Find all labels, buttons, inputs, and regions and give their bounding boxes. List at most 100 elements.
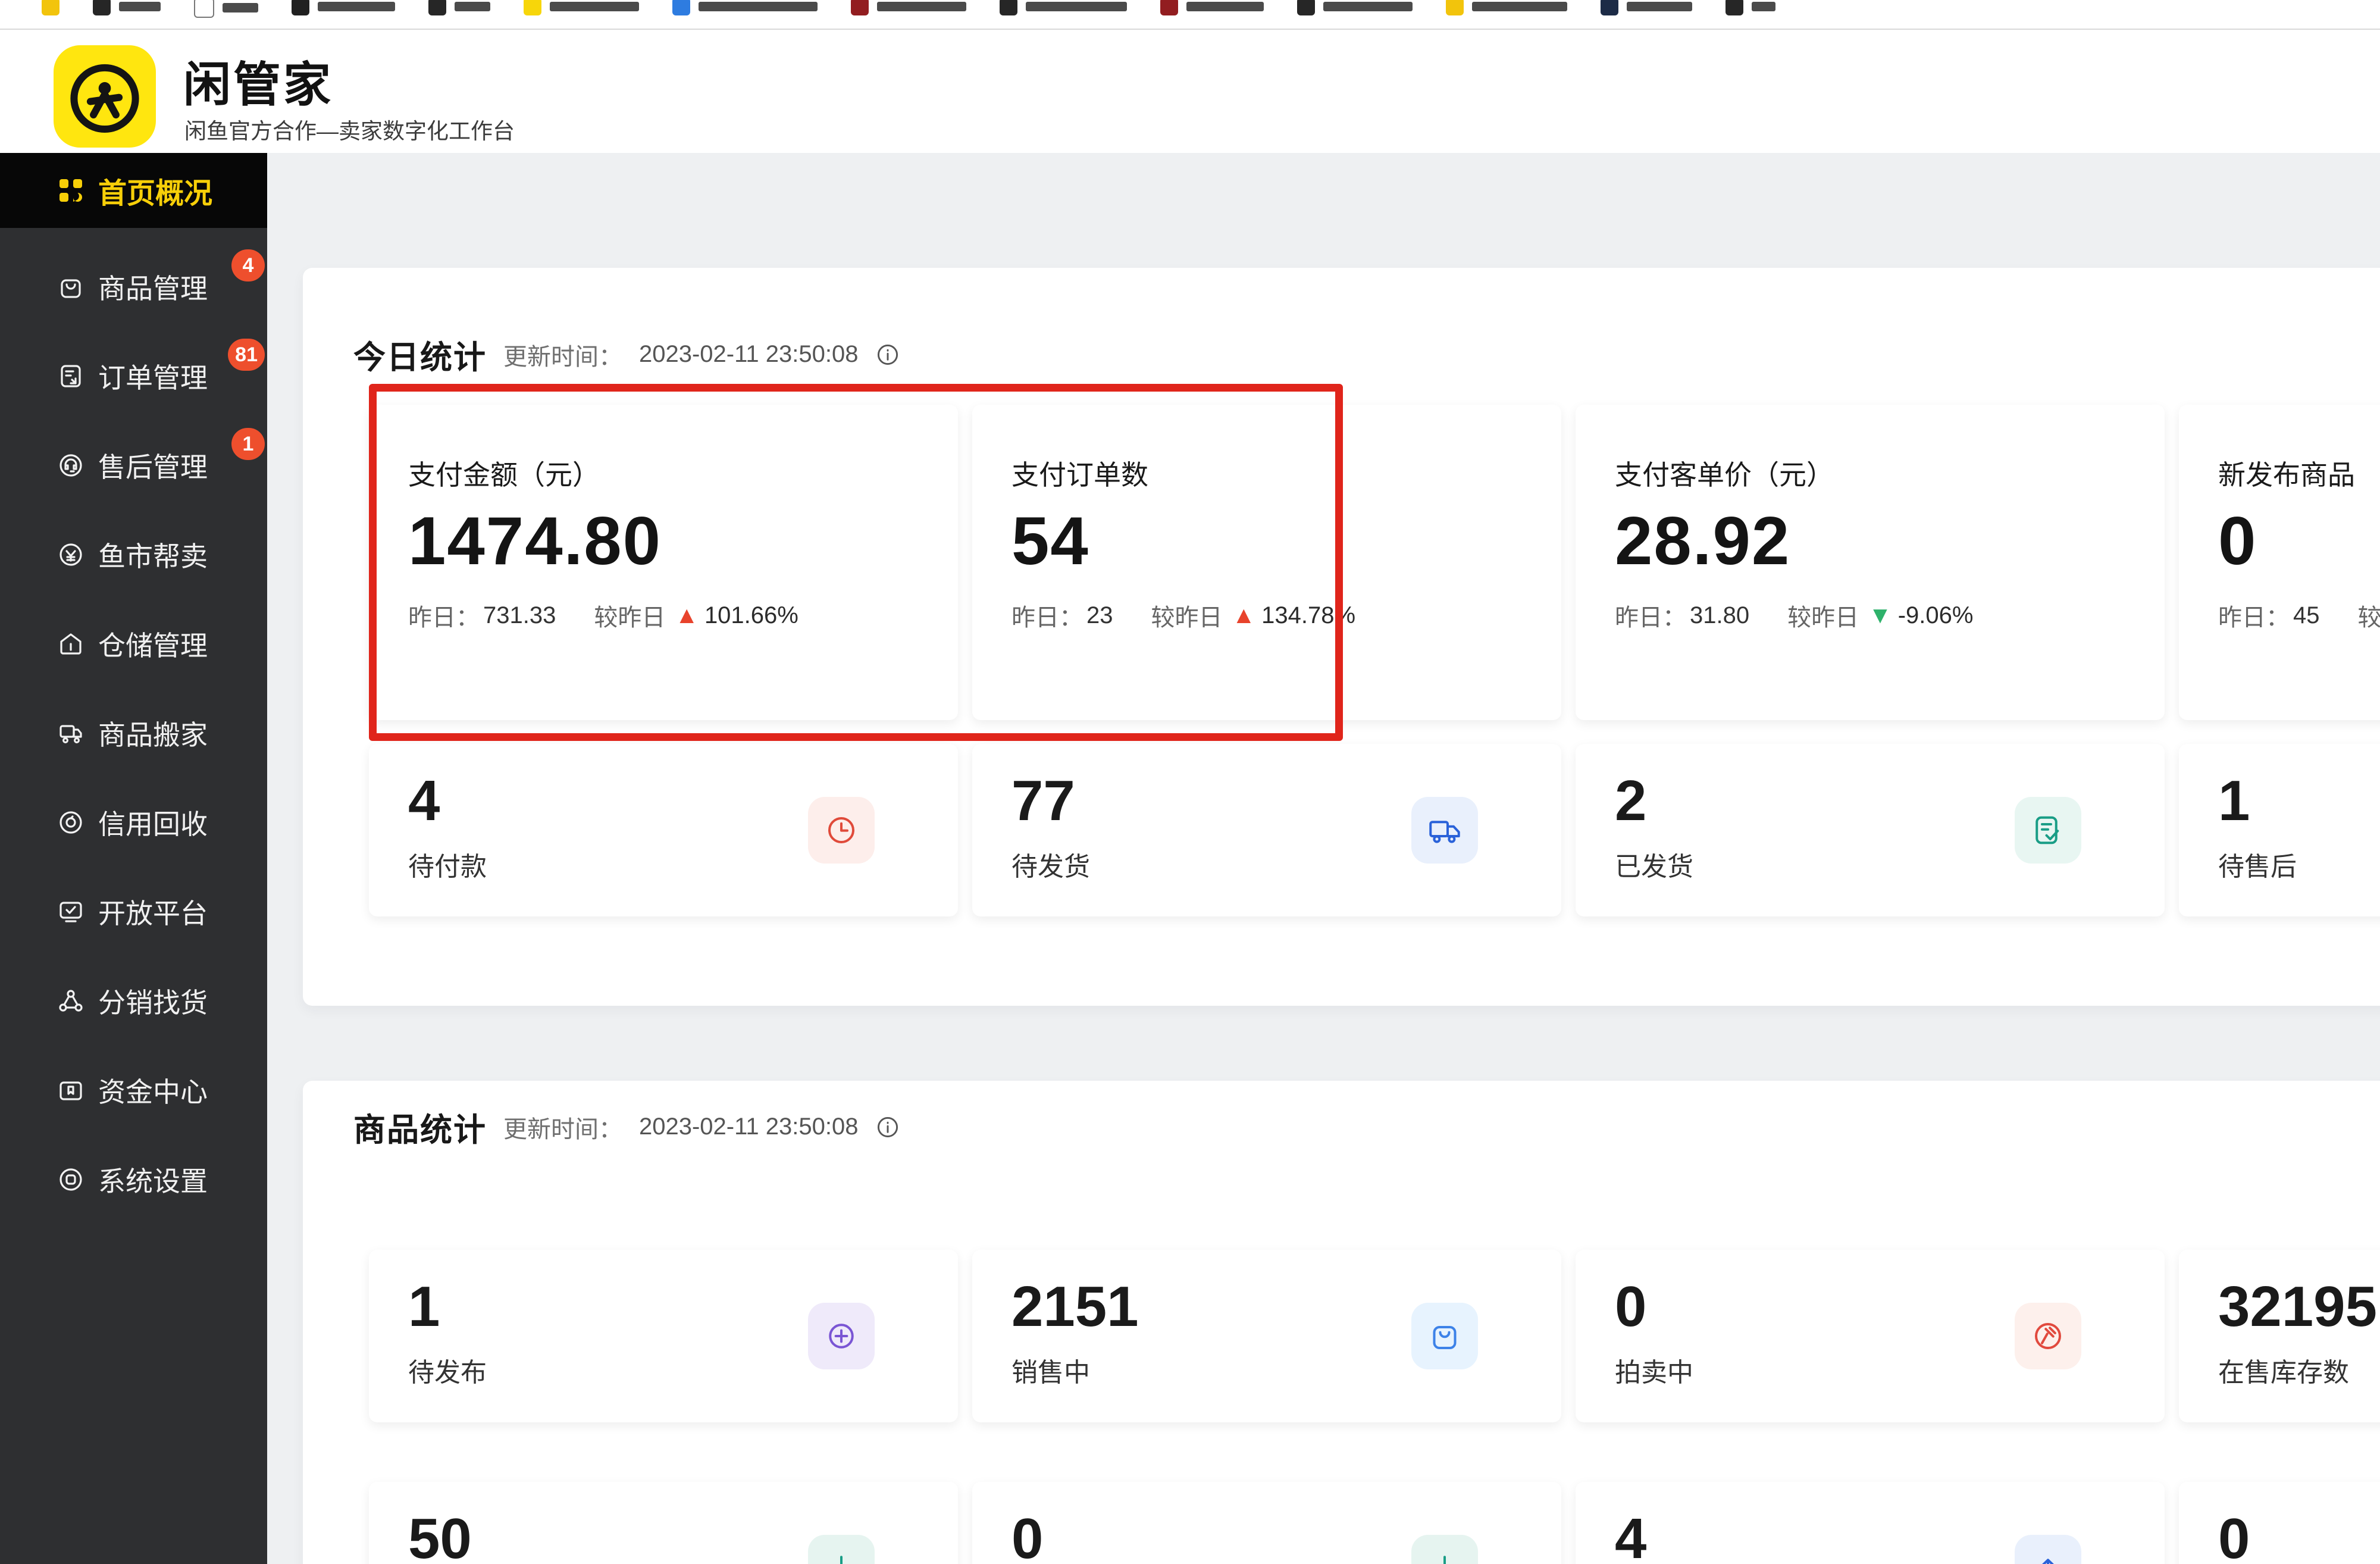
sidebar-item-10[interactable]: 资金中心 (0, 1046, 267, 1135)
delta-value: 101.66% (704, 602, 798, 629)
plus-circle-icon (823, 1318, 859, 1354)
count-value: 1 (2218, 772, 2380, 830)
count-icon-box (2015, 1535, 2081, 1564)
count-value: 32195 (2218, 1278, 2380, 1335)
arrow-down-icon (1427, 1550, 1463, 1564)
bookmark-title-stub (1323, 2, 1413, 11)
order-icon (57, 362, 85, 390)
bookmark-item[interactable] (42, 0, 60, 15)
metric-value: 54 (1012, 502, 1526, 580)
count-card[interactable]: 1待发布 (369, 1250, 958, 1422)
sidebar-item-6[interactable]: 商品搬家 (0, 689, 267, 778)
notification-badge: 4 (231, 249, 265, 281)
sidebar-item-7[interactable]: 信用回收 (0, 778, 267, 867)
count-label: 在售库存数 (2218, 1351, 2380, 1389)
metric-card-row: 支付金额（元）1474.80昨日：731.33较昨日▲101.66%支付订单数5… (369, 405, 2380, 720)
sidebar-item-4[interactable]: 鱼市帮卖 (0, 510, 267, 599)
hammer-icon (2030, 1318, 2066, 1354)
sidebar-item-9[interactable]: 分销找货 (0, 956, 267, 1046)
bookmark-favicon (851, 0, 869, 15)
bookmark-title-stub (1752, 2, 1775, 11)
bookmark-item[interactable] (1160, 0, 1264, 15)
yesterday-label: 昨日： (1615, 598, 1686, 633)
sidebar-item-label: 资金中心 (98, 1071, 208, 1110)
metric-comparison-row: 昨日：45较昨日 (2218, 598, 2380, 633)
bookmark-favicon (1160, 0, 1178, 15)
bookmark-favicon (524, 0, 541, 15)
metric-value: 0 (2218, 502, 2380, 580)
sidebar-item-2[interactable]: 订单管理 81 (0, 331, 267, 421)
count-card[interactable]: 2151销售中 (972, 1250, 1561, 1422)
bookmark-title-stub (550, 2, 639, 11)
bookmark-item[interactable] (428, 0, 490, 15)
count-card[interactable]: 2已发货 (1576, 744, 2165, 916)
arrow-down-icon (823, 1550, 859, 1564)
notification-badge: 81 (228, 339, 265, 371)
count-icon-box (1411, 797, 1478, 864)
count-icon-box (808, 1535, 875, 1564)
count-icon-box (2015, 1303, 2081, 1369)
count-icon-box (1411, 1535, 1478, 1564)
info-icon[interactable] (875, 342, 901, 368)
sidebar-item-1[interactable]: 商品管理4 (0, 242, 267, 331)
metric-card: 支付金额（元）1474.80昨日：731.33较昨日▲101.66% (369, 405, 958, 720)
count-card[interactable]: 4待付款 (369, 744, 958, 916)
updated-time-value: 2023-02-11 23:50:08 (639, 341, 858, 368)
product-stats-panel: 商品统计更新时间：2023-02-11 23:50:081待发布2151销售中0… (303, 1081, 2380, 1564)
bookmark-item[interactable] (1297, 0, 1413, 15)
sidebar-item-label: 售后管理 (98, 446, 208, 485)
count-card[interactable]: 50 (369, 1482, 958, 1564)
bookmark-favicon (42, 0, 60, 15)
bookmark-item[interactable] (1726, 0, 1775, 15)
metric-label: 支付金额（元） (408, 453, 922, 493)
metric-card: 支付客单价（元）28.92昨日：31.80较昨日▼-9.06% (1576, 405, 2165, 720)
count-card-row: 4待付款77待发货2已发货1待售后 (369, 744, 2380, 916)
count-card[interactable]: 77待发货 (972, 744, 1561, 916)
bookmark-item[interactable] (1601, 0, 1692, 15)
info-icon[interactable] (875, 1114, 901, 1140)
sidebar-item-5[interactable]: 仓储管理 (0, 599, 267, 689)
doc-check-icon (2030, 812, 2066, 848)
section-title: 商品统计 (353, 1103, 487, 1150)
count-card[interactable]: 0 (2179, 1482, 2380, 1564)
bookmark-item[interactable] (1000, 0, 1127, 15)
sidebar-nav: 首页概况商品管理4 订单管理 81 售后管理1鱼市帮卖仓储管理商品搬家信用回收开放平台… (0, 153, 267, 1564)
headset-icon (57, 451, 85, 480)
count-value: 0 (2218, 1510, 2380, 1564)
yesterday-label: 昨日： (2218, 598, 2290, 633)
count-card-row: 1待发布2151销售中0拍卖中 32195 在售库存数 (369, 1250, 2380, 1422)
count-card[interactable]: 0 (972, 1482, 1561, 1564)
delta-up-arrow-icon: ▲ (1232, 602, 1256, 629)
count-card[interactable]: 0拍卖中 (1576, 1250, 2165, 1422)
bookmark-item[interactable] (93, 0, 161, 15)
count-card[interactable]: 32195 在售库存数 (2179, 1250, 2380, 1422)
delta-down-arrow-icon: ▼ (1868, 602, 1892, 629)
section-header: 商品统计更新时间：2023-02-11 23:50:08 (353, 1103, 901, 1150)
bookmark-favicon (1446, 0, 1464, 15)
grid-icon (57, 176, 85, 205)
metric-card: 新发布商品0昨日：45较昨日 (2179, 405, 2380, 720)
bookmark-item[interactable] (524, 0, 639, 15)
arrow-up-icon (2030, 1550, 2066, 1564)
bookmark-item[interactable] (672, 0, 818, 15)
bookmark-item[interactable] (194, 0, 258, 18)
sidebar-item-3[interactable]: 售后管理1 (0, 421, 267, 510)
sidebar-item-label: 订单管理 (98, 356, 208, 396)
bookmark-item[interactable] (292, 0, 395, 15)
delta-value: 134.78% (1261, 602, 1355, 629)
bookmark-favicon (1726, 0, 1743, 15)
count-card[interactable]: 1待售后 (2179, 744, 2380, 916)
section-title: 今日统计 (353, 331, 487, 378)
sidebar-item-8[interactable]: 开放平台 (0, 867, 267, 956)
bookmark-favicon (1000, 0, 1017, 15)
bookmark-item[interactable] (851, 0, 966, 15)
metric-comparison-row: 昨日：31.80较昨日▼-9.06% (1615, 598, 2129, 633)
sidebar-item-11[interactable]: 系统设置 (0, 1135, 267, 1224)
compare-label: 较昨日 (1787, 598, 1859, 633)
count-card[interactable]: 4 (1576, 1482, 2165, 1564)
bookmark-item[interactable] (1446, 0, 1567, 15)
sidebar-item-home[interactable]: 首页概况 (0, 153, 267, 228)
browser-bookmarks-bar[interactable] (0, 0, 2380, 30)
sidebar-item-label: 首页概况 (98, 170, 212, 211)
warehouse-icon (57, 630, 85, 658)
